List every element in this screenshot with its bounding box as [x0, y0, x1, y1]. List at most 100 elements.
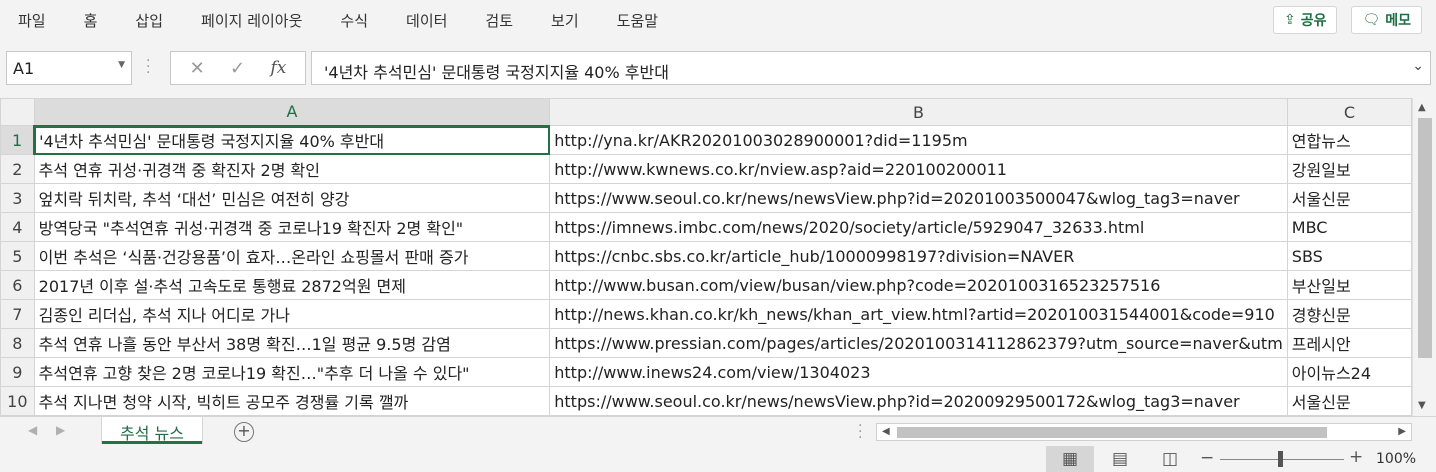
column-header-c[interactable]: C	[1286, 98, 1412, 126]
menu-page-layout[interactable]: 페이지 레이아웃	[201, 10, 302, 31]
cell-c1[interactable]: 연합뉴스	[1286, 125, 1412, 155]
cell-a3[interactable]: 엎치락 뒤치락, 추석 ‘대선’ 민심은 여전히 양강	[33, 183, 551, 213]
chevron-down-icon[interactable]: ▼	[118, 60, 125, 70]
scroll-right-icon[interactable]: ▶	[1398, 426, 1406, 437]
cell-b9[interactable]: http://www.inews24.com/view/1304023	[549, 357, 1288, 387]
name-box[interactable]: A1 ▼	[6, 51, 132, 85]
row-header[interactable]: 7	[0, 299, 35, 329]
insert-function-icon[interactable]: fx	[270, 58, 286, 78]
prev-sheet-icon[interactable]: ◀	[28, 423, 37, 437]
scroll-left-icon[interactable]: ◀	[882, 426, 890, 437]
cell-c6[interactable]: 부산일보	[1286, 270, 1412, 300]
column-header-b[interactable]: B	[549, 98, 1288, 126]
zoom-in-icon[interactable]: +	[1349, 447, 1363, 467]
share-icon: ⇪	[1283, 12, 1296, 28]
formula-tools: ✕ ✓ fx	[170, 51, 306, 85]
vertical-scroll-thumb[interactable]	[1418, 118, 1432, 358]
cell-table: A B C 1 '4년차 추석민심' 문대통령 국정지지율 40% 후반대 ht…	[0, 98, 1412, 416]
cell-b8[interactable]: https://www.pressian.com/pages/articles/…	[549, 328, 1288, 358]
cell-a10[interactable]: 추석 지나면 청약 시작, 빅히트 공모주 경쟁률 기록 깰까	[33, 386, 551, 416]
row-header[interactable]: 8	[0, 328, 35, 358]
cell-a2[interactable]: 추석 연휴 귀성·귀경객 중 확진자 2명 확인	[33, 154, 551, 184]
cell-a4[interactable]: 방역당국 "추석연휴 귀성·귀경객 중 코로나19 확진자 2명 확인"	[33, 212, 551, 242]
sheet-tab-active[interactable]: 추석 뉴스	[102, 417, 202, 444]
row-header[interactable]: 9	[0, 357, 35, 387]
ribbon-menu-bar: 파일 홈 삽입 페이지 레이아웃 수식 데이터 검토 보기 도움말 ⇪ 공유 🗨…	[0, 0, 1436, 40]
scroll-down-icon[interactable]: ▼	[1418, 400, 1426, 411]
cell-c5[interactable]: SBS	[1286, 241, 1412, 271]
column-header-a[interactable]: A	[33, 98, 551, 127]
cell-a1[interactable]: '4년차 추석민심' 문대통령 국정지지율 40% 후반대	[33, 125, 551, 155]
zoom-level[interactable]: 100%	[1376, 451, 1416, 467]
cell-b3[interactable]: https://www.seoul.co.kr/news/newsView.ph…	[549, 183, 1288, 213]
table-row: 8 추석 연휴 나흘 동안 부산서 38명 확진…1일 평균 9.5명 감염 h…	[0, 328, 1412, 358]
row-header[interactable]: 10	[0, 386, 35, 416]
row-header[interactable]: 5	[0, 241, 35, 271]
tab-split-handle-icon[interactable]: · · ·	[858, 419, 862, 445]
cell-b7[interactable]: http://news.khan.co.kr/kh_news/khan_art_…	[549, 299, 1288, 329]
table-row: 5 이번 추석은 ‘식품·건강용품’이 효자…온라인 쇼핑몰서 판매 증가 ht…	[0, 241, 1412, 271]
cell-c4[interactable]: MBC	[1286, 212, 1412, 242]
zoom-slider-thumb[interactable]	[1278, 451, 1283, 467]
memo-label: 메모	[1385, 13, 1411, 29]
cell-c3[interactable]: 서울신문	[1286, 183, 1412, 213]
menu-formulas[interactable]: 수식	[340, 10, 368, 31]
row-header[interactable]: 2	[0, 154, 35, 184]
cell-c2[interactable]: 강원일보	[1286, 154, 1412, 184]
spreadsheet-grid[interactable]: A B C 1 '4년차 추석민심' 문대통령 국정지지율 40% 후반대 ht…	[0, 98, 1412, 416]
add-sheet-icon[interactable]: +	[234, 422, 254, 442]
menu-file[interactable]: 파일	[18, 10, 46, 31]
vertical-scrollbar[interactable]: ▲ ▼	[1412, 98, 1436, 416]
menu-help[interactable]: 도움말	[617, 10, 658, 31]
cell-b10[interactable]: https://www.seoul.co.kr/news/newsView.ph…	[549, 386, 1288, 416]
next-sheet-icon[interactable]: ▶	[56, 423, 65, 437]
row-header[interactable]: 1	[0, 125, 36, 155]
drag-handle-icon[interactable]: · · ·	[146, 54, 150, 80]
name-box-value: A1	[13, 59, 35, 78]
cell-a6[interactable]: 2017년 이후 설·추석 고속도로 통행료 2872억원 면제	[33, 270, 551, 300]
cell-a9[interactable]: 추석연휴 고향 찾은 2명 코로나19 확진…"추후 더 나올 수 있다"	[33, 357, 551, 387]
cell-c7[interactable]: 경향신문	[1286, 299, 1412, 329]
cell-b4[interactable]: https://imnews.imbc.com/news/2020/societ…	[549, 212, 1288, 242]
cancel-icon[interactable]: ✕	[190, 58, 205, 79]
cell-a8[interactable]: 추석 연휴 나흘 동안 부산서 38명 확진…1일 평균 9.5명 감염	[33, 328, 551, 358]
table-row: 6 2017년 이후 설·추석 고속도로 통행료 2872억원 면제 http:…	[0, 270, 1412, 300]
cell-b5[interactable]: https://cnbc.sbs.co.kr/article_hub/10000…	[549, 241, 1288, 271]
zoom-out-icon[interactable]: −	[1200, 448, 1214, 468]
table-row: 4 방역당국 "추석연휴 귀성·귀경객 중 코로나19 확진자 2명 확인" h…	[0, 212, 1412, 242]
formula-text: '4년차 추석민심' 문대통령 국정지지율 40% 후반대	[324, 63, 669, 82]
page-layout-icon[interactable]: ▤	[1096, 446, 1144, 472]
horizontal-scroll-thumb[interactable]	[897, 427, 1327, 438]
cell-c8[interactable]: 프레시안	[1286, 328, 1412, 358]
status-bar: ▦ ▤ ◫ − + 100%	[0, 446, 1436, 472]
menu-insert[interactable]: 삽입	[135, 10, 163, 31]
table-row: 2 추석 연휴 귀성·귀경객 중 확진자 2명 확인 http://www.kw…	[0, 154, 1412, 184]
cell-b6[interactable]: http://www.busan.com/view/busan/view.php…	[549, 270, 1288, 300]
memo-button[interactable]: 🗨 메모	[1351, 6, 1422, 34]
page-break-icon[interactable]: ◫	[1146, 446, 1194, 472]
cell-b2[interactable]: http://www.kwnews.co.kr/nview.asp?aid=22…	[549, 154, 1288, 184]
scroll-up-icon[interactable]: ▲	[1418, 102, 1426, 113]
menu-view[interactable]: 보기	[551, 10, 579, 31]
table-row: 3 엎치락 뒤치락, 추석 ‘대선’ 민심은 여전히 양강 https://ww…	[0, 183, 1412, 213]
normal-view-icon[interactable]: ▦	[1046, 446, 1094, 472]
cell-a5[interactable]: 이번 추석은 ‘식품·건강용품’이 효자…온라인 쇼핑몰서 판매 증가	[33, 241, 551, 271]
cell-c9[interactable]: 아이뉴스24	[1286, 357, 1412, 387]
expand-formula-icon[interactable]: ⌄	[1412, 58, 1424, 74]
confirm-icon[interactable]: ✓	[230, 58, 245, 79]
row-header[interactable]: 4	[0, 212, 35, 242]
horizontal-scrollbar[interactable]: ◀ ▶	[876, 423, 1412, 441]
menu-home[interactable]: 홈	[84, 10, 98, 31]
table-row: 10 추석 지나면 청약 시작, 빅히트 공모주 경쟁률 기록 깰까 https…	[0, 386, 1412, 416]
cell-c10[interactable]: 서울신문	[1286, 386, 1412, 416]
formula-input[interactable]: '4년차 추석민심' 문대통령 국정지지율 40% 후반대 ⌄	[311, 51, 1431, 85]
cell-b1[interactable]: http://yna.kr/AKR20201003028900001?did=1…	[549, 125, 1288, 155]
menu-data[interactable]: 데이터	[406, 10, 447, 31]
row-header[interactable]: 6	[0, 270, 35, 300]
share-button[interactable]: ⇪ 공유	[1272, 6, 1338, 34]
formula-bar: A1 ▼ · · · ✕ ✓ fx '4년차 추석민심' 문대통령 국정지지율 40…	[0, 40, 1436, 98]
select-all-corner[interactable]	[0, 98, 35, 126]
row-header[interactable]: 3	[0, 183, 35, 213]
menu-review[interactable]: 검토	[485, 10, 513, 31]
cell-a7[interactable]: 김종인 리더십, 추석 지나 어디로 가나	[33, 299, 551, 329]
